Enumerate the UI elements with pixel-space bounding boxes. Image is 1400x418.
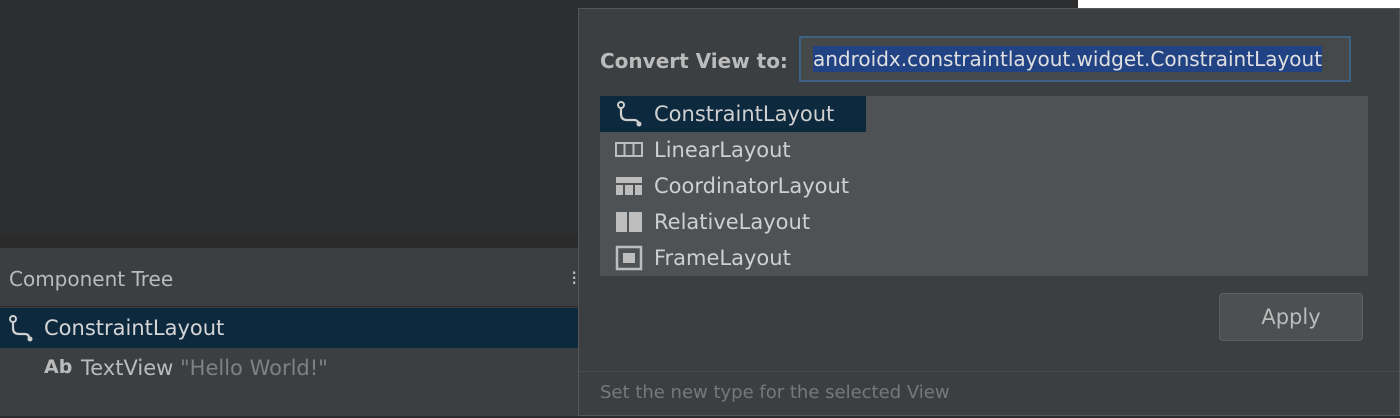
coordinator-layout-icon — [616, 177, 642, 195]
option-relativelayout[interactable]: RelativeLayout — [600, 204, 1368, 240]
view-class-input-value: androidx.constraintlayout.widget.Constra… — [813, 46, 1323, 72]
option-coordinatorlayout[interactable]: CoordinatorLayout — [600, 168, 1368, 204]
constraint-layout-icon — [617, 101, 642, 127]
convert-view-dialog: Convert View to: androidx.constraintlayo… — [578, 8, 1400, 416]
view-class-input[interactable]: androidx.constraintlayout.widget.Constra… — [799, 36, 1351, 82]
option-label: RelativeLayout — [654, 210, 811, 234]
component-tree-title: Component Tree — [9, 267, 174, 291]
tree-item-label: TextView — [81, 356, 174, 380]
option-label: ConstraintLayout — [654, 102, 835, 126]
tree-item-label: ConstraintLayout — [44, 316, 225, 340]
apply-button[interactable]: Apply — [1219, 293, 1363, 341]
option-linearlayout[interactable]: LinearLayout — [600, 132, 1368, 168]
frame-layout-icon — [615, 245, 643, 271]
relative-layout-icon — [616, 212, 642, 232]
tree-item-constraintlayout[interactable]: ConstraintLayout — [0, 308, 580, 348]
panel-divider — [0, 234, 580, 248]
linear-layout-icon — [615, 142, 643, 157]
gear-icon[interactable]: ⁝ — [571, 266, 577, 290]
option-label: CoordinatorLayout — [654, 174, 850, 198]
option-framelayout[interactable]: FrameLayout — [600, 240, 1368, 276]
option-constraintlayout[interactable]: ConstraintLayout — [600, 96, 866, 132]
tree-item-textview[interactable]: Ab TextView "Hello World!" — [0, 348, 580, 388]
dialog-footer: Set the new type for the selected View — [579, 371, 1399, 418]
design-surface-edge — [1078, 0, 1400, 8]
option-label: LinearLayout — [654, 138, 791, 162]
constraint-layout-icon — [9, 315, 33, 342]
dialog-hint-text: Set the new type for the selected View — [600, 382, 950, 403]
tree-item-text-value: "Hello World!" — [180, 356, 328, 380]
component-tree-panel: Component Tree ⁝ ConstraintLayout Ab Tex… — [0, 248, 580, 416]
layout-options-list: ConstraintLayout LinearLayout Coordinato… — [600, 96, 1368, 276]
convert-view-label: Convert View to: — [600, 49, 788, 73]
textview-icon: Ab — [44, 356, 73, 378]
component-tree-header: Component Tree ⁝ — [0, 248, 580, 307]
option-label: FrameLayout — [654, 246, 791, 270]
